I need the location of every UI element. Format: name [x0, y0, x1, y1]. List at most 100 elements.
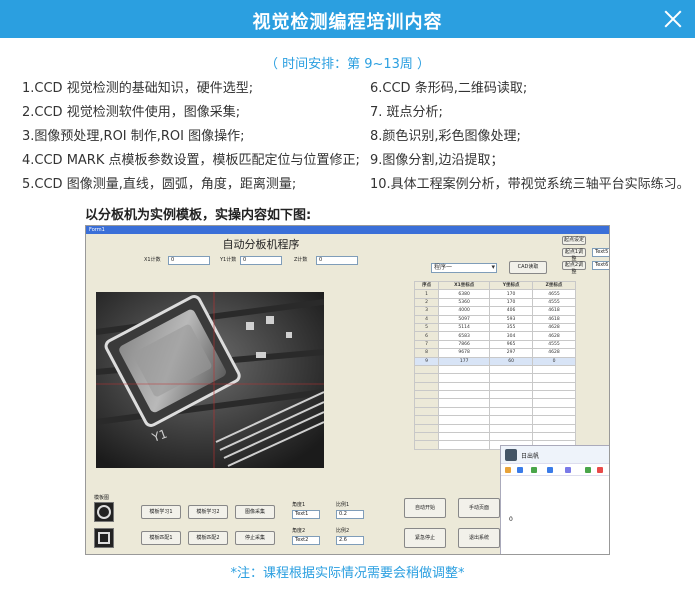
table-row-empty[interactable]	[413, 373, 576, 383]
table-row[interactable]: 1 6380 170 4655	[413, 289, 576, 299]
stop-capture-button[interactable]: 停止采集	[235, 531, 275, 545]
example-heading: 以分板机为实例模板，实操内容如下图:	[85, 208, 312, 223]
chat-contact-name: 日出帆	[521, 453, 540, 460]
topic-item: 3.图像预处理,ROI 制作,ROI 图像操作;	[22, 129, 245, 144]
topic-item: 2.CCD 视觉检测软件使用，图像采集;	[22, 105, 241, 120]
topic-item: 4.CCD MARK 点模板参数设置，模板匹配定位与位置修正;	[22, 153, 360, 168]
table-cell: 4555	[532, 297, 576, 308]
side-input-2[interactable]: Text6	[592, 261, 609, 270]
topic-list-right: 6.CCD 条形码,二维码读取; 7. 斑点分析; 8.颜色识别,彩色图像处理;…	[370, 80, 690, 200]
table-row-empty[interactable]	[413, 381, 576, 392]
coordinate-table: 序点 X1坐标点 Y坐标点 Z坐标点 1 6380 170 4655 2 5360 170…	[413, 280, 576, 450]
table-cell: 4628	[532, 331, 576, 341]
footer-note: *注：课程根据实际情况需要会稍做调整*	[230, 566, 465, 581]
table-cell: 9678	[438, 348, 491, 358]
topic-item: 10.具体工程案例分析，带视觉系统三轴平台实际练习。	[370, 177, 690, 192]
auto-start-button[interactable]: 自动开始	[404, 498, 446, 518]
manual-page-button[interactable]: 手动页面	[458, 498, 500, 518]
camera-image: Y1	[96, 292, 324, 468]
image-capture-button[interactable]: 图像采集	[235, 505, 275, 519]
table-cell: 5	[413, 322, 440, 333]
table-row[interactable]: 7 7866 965 4555	[413, 339, 576, 350]
z-count-field[interactable]: 0	[316, 256, 358, 265]
globe-icon[interactable]	[517, 467, 523, 473]
app-window-titlebar: Form1	[86, 226, 609, 234]
template-label: 模板图	[94, 495, 110, 501]
table-cell: 170	[489, 297, 534, 308]
program-select[interactable]: 程序一	[431, 263, 497, 273]
app-window-title: Form1	[89, 227, 105, 233]
scale2-field[interactable]: 2.6	[336, 536, 364, 545]
topic-item: 7. 斑点分析;	[370, 105, 443, 120]
table-row-empty[interactable]	[413, 423, 576, 434]
close-icon[interactable]	[663, 9, 683, 29]
grid-icon[interactable]	[597, 467, 603, 473]
angle1-label: 角度1	[292, 502, 306, 508]
side-input-1[interactable]: Text5	[592, 248, 609, 257]
table-cell: 5114	[438, 322, 491, 333]
screen-icon[interactable]	[565, 467, 571, 473]
origin-set-button[interactable]: 起点设定	[562, 236, 586, 245]
table-cell: 406	[489, 306, 534, 316]
table-cell: 593	[489, 314, 534, 324]
angle1-field[interactable]: Text1	[292, 510, 320, 519]
table-row[interactable]: 5 5114 355 4628	[413, 322, 576, 333]
table-row[interactable]: 3 4000 406 4618	[413, 306, 576, 316]
chat-value: 0	[509, 516, 513, 523]
table-row-empty[interactable]	[413, 398, 576, 408]
table-cell: 7866	[438, 339, 491, 350]
exit-system-button[interactable]: 退出系统	[458, 528, 500, 548]
template-learn2-button[interactable]: 模板学习2	[188, 505, 228, 519]
table-row-empty[interactable]	[413, 415, 576, 425]
table-row-empty[interactable]	[413, 406, 576, 417]
cad-read-button[interactable]: CAD读取	[509, 261, 547, 274]
title-bar: 视觉检测编程培训内容	[0, 0, 695, 38]
table-cell: 4000	[438, 306, 491, 316]
avatar[interactable]	[505, 449, 517, 461]
app-title: 自动分板机程序	[222, 238, 300, 251]
table-cell: 4628	[532, 322, 576, 333]
scale1-field[interactable]: 0.2	[336, 510, 364, 519]
x1-count-field[interactable]: 0	[168, 256, 210, 265]
table-row-empty[interactable]	[413, 364, 576, 375]
table-cell: 304	[489, 331, 534, 341]
table-cell: 4628	[532, 348, 576, 358]
table-row-empty[interactable]	[413, 432, 576, 442]
origin1-adjust-button[interactable]: 起点1调整	[562, 248, 586, 262]
template-match1-button[interactable]: 模板匹配1	[141, 531, 181, 545]
table-cell: 60	[489, 356, 534, 366]
table-cell: 6583	[438, 331, 491, 341]
topic-item: 5.CCD 图像测量,直线，圆弧，角度，距离测量;	[22, 177, 297, 192]
column-header: X1坐标点	[438, 280, 491, 291]
table-row[interactable]: 4 5097 593 4618	[413, 314, 576, 324]
template-thumb-1	[94, 502, 114, 522]
table-cell: 5097	[438, 314, 491, 324]
y1-count-field[interactable]: 0	[240, 256, 282, 265]
angle2-field[interactable]: Text2	[292, 536, 320, 545]
table-cell: 355	[489, 322, 534, 333]
table-row[interactable]: 8 9678 297 4628	[413, 348, 576, 358]
emergency-stop-button[interactable]: 紧急停止	[404, 528, 446, 548]
template-learn1-button[interactable]: 模板学习1	[141, 505, 181, 519]
topic-item: 9.图像分割,边沿提取；	[370, 153, 504, 168]
app-icon[interactable]	[585, 467, 591, 473]
template-match2-button[interactable]: 模板匹配2	[188, 531, 228, 545]
table-row[interactable]: 9 177 60 0	[413, 356, 576, 366]
image-icon[interactable]	[531, 467, 537, 473]
table-cell: 8	[413, 348, 440, 358]
emoji-icon[interactable]	[505, 467, 511, 473]
column-header: Y坐标点	[489, 280, 534, 291]
table-row[interactable]: 6 6583 304 4628	[413, 331, 576, 341]
table-cell: 4	[413, 314, 440, 324]
angle2-label: 角度2	[292, 528, 306, 534]
table-cell: 7	[413, 339, 440, 350]
origin2-adjust-button[interactable]: 起点2调整	[562, 261, 586, 275]
topic-item: 1.CCD 视觉检测的基础知识，硬件选型;	[22, 81, 254, 96]
topic-list-left: 1.CCD 视觉检测的基础知识，硬件选型; 2.CCD 视觉检测软件使用，图像采…	[22, 80, 360, 200]
file-icon[interactable]	[547, 467, 553, 473]
table-row[interactable]: 2 5360 170 4555	[413, 297, 576, 308]
table-row-empty[interactable]	[413, 390, 576, 400]
chat-toolbar	[501, 464, 609, 476]
topic-item: 6.CCD 条形码,二维码读取;	[370, 81, 528, 96]
table-cell: 4618	[532, 314, 576, 324]
